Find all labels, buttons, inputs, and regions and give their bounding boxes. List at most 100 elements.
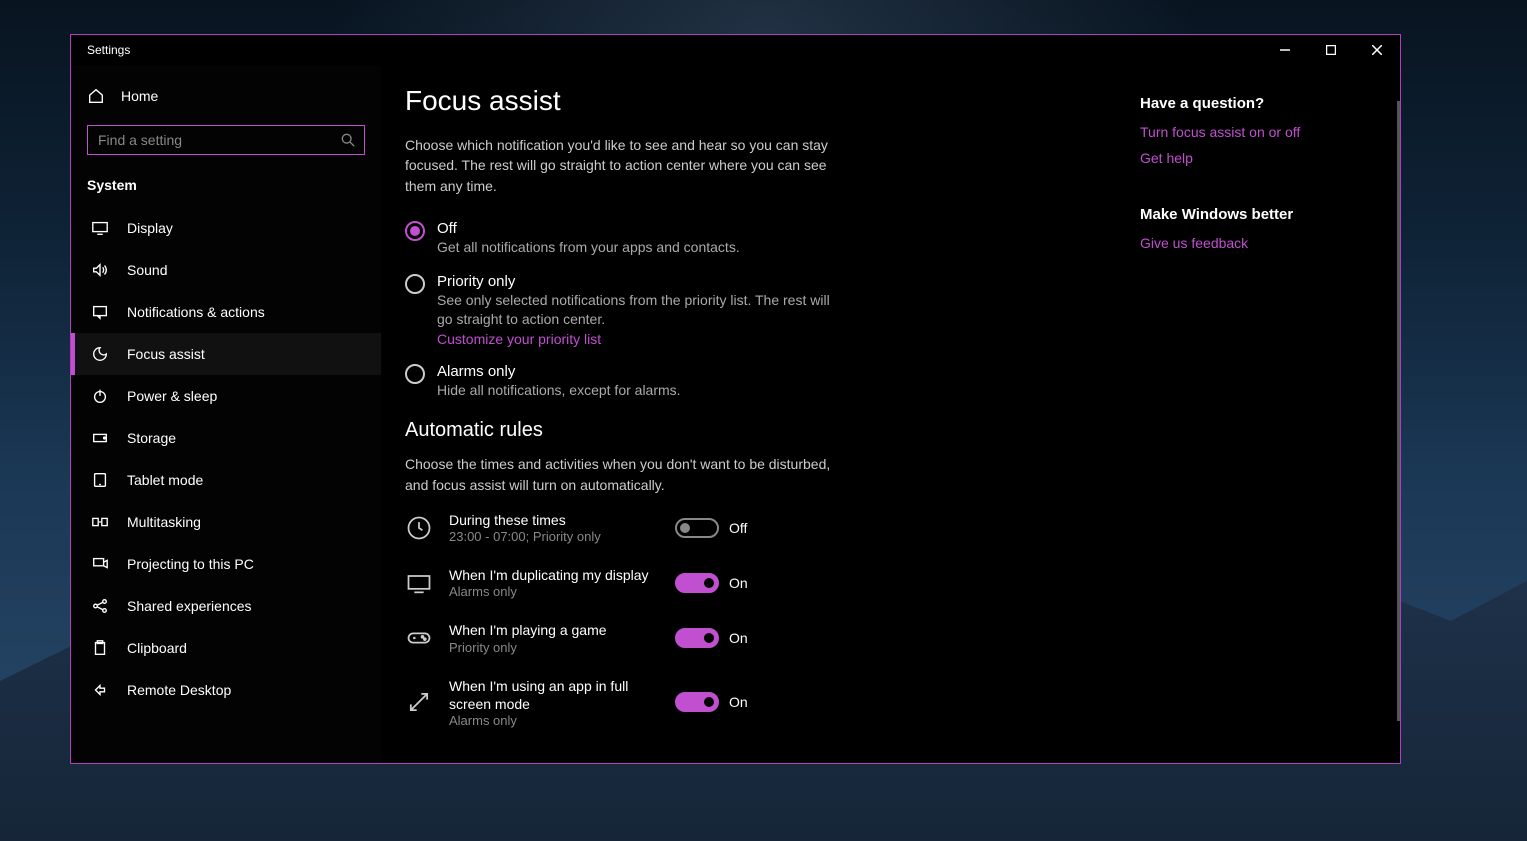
sidebar-item-sound[interactable]: Sound: [71, 249, 381, 291]
sidebar-item-power-sleep[interactable]: Power & sleep: [71, 375, 381, 417]
sidebar-item-label: Storage: [127, 430, 176, 446]
sidebar-item-label: Multitasking: [127, 514, 201, 530]
toggle-state-label: On: [729, 694, 748, 710]
sidebar-item-label: Tablet mode: [127, 472, 203, 488]
sidebar-item-shared-experiences[interactable]: Shared experiences: [71, 585, 381, 627]
sidebar-item-display[interactable]: Display: [71, 207, 381, 249]
nav-items: Display Sound Notifications & actions Fo…: [71, 207, 381, 763]
sidebar-item-notifications[interactable]: Notifications & actions: [71, 291, 381, 333]
tablet-icon: [91, 471, 109, 489]
sidebar-item-label: Power & sleep: [127, 388, 217, 404]
rule-subtitle: Priority only: [449, 640, 659, 655]
sidebar-item-remote-desktop[interactable]: Remote Desktop: [71, 669, 381, 711]
sidebar-item-focus-assist[interactable]: Focus assist: [71, 333, 381, 375]
minimize-icon: [1280, 45, 1290, 55]
gamepad-icon: [405, 624, 433, 652]
radio-description: See only selected notifications from the…: [437, 291, 837, 329]
rule-fullscreen-app[interactable]: When I'm using an app in full screen mod…: [405, 677, 1116, 728]
radio-off[interactable]: Off Get all notifications from your apps…: [405, 220, 1116, 257]
rule-during-times[interactable]: During these times 23:00 - 07:00; Priori…: [405, 511, 1116, 544]
sidebar-item-multitasking[interactable]: Multitasking: [71, 501, 381, 543]
power-icon: [91, 387, 109, 405]
radio-priority-only[interactable]: Priority only See only selected notifica…: [405, 273, 1116, 347]
link-turn-focus-assist[interactable]: Turn focus assist on or off: [1140, 124, 1384, 140]
sidebar-item-label: Display: [127, 220, 173, 236]
scrollbar-thumb[interactable]: [1397, 101, 1400, 721]
search-wrap: [71, 115, 381, 169]
sidebar-item-label: Notifications & actions: [127, 304, 265, 320]
sound-icon: [91, 261, 109, 279]
clipboard-icon: [91, 639, 109, 657]
aside-column: Have a question? Turn focus assist on or…: [1140, 65, 1400, 763]
home-button[interactable]: Home: [71, 77, 381, 115]
radio-icon: [405, 274, 425, 294]
sidebar-item-storage[interactable]: Storage: [71, 417, 381, 459]
rule-duplicating-display[interactable]: When I'm duplicating my display Alarms o…: [405, 566, 1116, 599]
remote-desktop-icon: [91, 681, 109, 699]
close-button[interactable]: [1354, 35, 1400, 65]
page-title: Focus assist: [405, 85, 1116, 117]
settings-window: Settings Home: [70, 34, 1401, 764]
close-icon: [1372, 45, 1382, 55]
multitasking-icon: [91, 513, 109, 531]
focus-assist-icon: [91, 345, 109, 363]
clock-icon: [405, 514, 433, 542]
radio-label: Priority only: [437, 273, 837, 290]
titlebar: Settings: [71, 35, 1400, 65]
notifications-icon: [91, 303, 109, 321]
duplicate-display-icon: [405, 569, 433, 597]
rule-subtitle: Alarms only: [449, 584, 659, 599]
storage-icon: [91, 429, 109, 447]
sidebar-item-label: Remote Desktop: [127, 682, 231, 698]
rules-list: During these times 23:00 - 07:00; Priori…: [405, 511, 1116, 728]
content-area: Focus assist Choose which notification y…: [381, 65, 1400, 763]
rule-title: When I'm playing a game: [449, 621, 659, 639]
toggle-state-label: On: [729, 630, 748, 646]
search-icon: [341, 133, 355, 147]
radio-description: Get all notifications from your apps and…: [437, 238, 740, 257]
automatic-rules-description: Choose the times and activities when you…: [405, 454, 835, 495]
toggle-state-label: On: [729, 575, 748, 591]
sidebar: Home System Display Sound: [71, 65, 381, 763]
scrollbar-track: [1396, 65, 1400, 763]
search-input[interactable]: [87, 125, 365, 155]
rule-playing-game[interactable]: When I'm playing a game Priority only On: [405, 621, 1116, 654]
better-heading: Make Windows better: [1140, 206, 1384, 223]
toggle-playing-game[interactable]: [675, 628, 719, 648]
toggle-state-label: Off: [729, 520, 747, 536]
radio-alarms-only[interactable]: Alarms only Hide all notifications, exce…: [405, 363, 1116, 400]
focus-mode-radio-group: Off Get all notifications from your apps…: [405, 220, 1116, 400]
sidebar-item-label: Sound: [127, 262, 167, 278]
toggle-during-times[interactable]: [675, 518, 719, 538]
link-get-help[interactable]: Get help: [1140, 150, 1384, 166]
rule-title: When I'm using an app in full screen mod…: [449, 677, 659, 713]
fullscreen-icon: [405, 688, 433, 716]
link-give-feedback[interactable]: Give us feedback: [1140, 235, 1384, 251]
sidebar-item-label: Projecting to this PC: [127, 556, 254, 572]
toggle-fullscreen-app[interactable]: [675, 692, 719, 712]
home-icon: [87, 87, 105, 105]
sidebar-item-label: Clipboard: [127, 640, 187, 656]
sidebar-item-clipboard[interactable]: Clipboard: [71, 627, 381, 669]
radio-icon: [405, 364, 425, 384]
sidebar-item-projecting[interactable]: Projecting to this PC: [71, 543, 381, 585]
radio-icon: [405, 221, 425, 241]
rule-title: During these times: [449, 511, 659, 529]
customize-priority-link[interactable]: Customize your priority list: [437, 331, 837, 347]
radio-description: Hide all notifications, except for alarm…: [437, 381, 681, 400]
radio-label: Off: [437, 220, 740, 237]
shared-icon: [91, 597, 109, 615]
window-body: Home System Display Sound: [71, 65, 1400, 763]
question-heading: Have a question?: [1140, 95, 1384, 112]
maximize-button[interactable]: [1308, 35, 1354, 65]
page-description: Choose which notification you'd like to …: [405, 135, 835, 196]
rule-subtitle: Alarms only: [449, 713, 659, 728]
toggle-duplicating-display[interactable]: [675, 573, 719, 593]
radio-label: Alarms only: [437, 363, 681, 380]
rule-subtitle: 23:00 - 07:00; Priority only: [449, 529, 659, 544]
sidebar-item-label: Focus assist: [127, 346, 205, 362]
minimize-button[interactable]: [1262, 35, 1308, 65]
main-column: Focus assist Choose which notification y…: [381, 65, 1140, 763]
projecting-icon: [91, 555, 109, 573]
sidebar-item-tablet-mode[interactable]: Tablet mode: [71, 459, 381, 501]
